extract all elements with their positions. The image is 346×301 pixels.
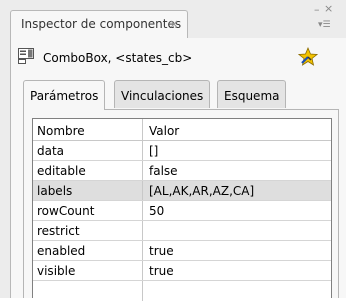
table-row[interactable]: visible true — [33, 261, 331, 281]
panel-tab-component-inspector[interactable]: Inspector de componentes × — [10, 10, 188, 38]
panel-menu-icon[interactable]: ▾☰ — [318, 20, 331, 30]
table-row[interactable]: rowCount 50 — [33, 201, 331, 221]
param-name: editable — [33, 161, 143, 180]
window-close-icon[interactable]: × — [324, 2, 333, 15]
component-inspector-panel: Inspector de componentes × – × ▾☰ ComboB… — [0, 0, 346, 301]
live-preview-icon[interactable] — [298, 47, 318, 67]
panel-tab-bar: Inspector de componentes × – × ▾☰ — [0, 0, 346, 40]
tab-parametros[interactable]: Parámetros — [23, 80, 106, 110]
grid-header-row: Nombre Valor — [33, 119, 331, 141]
table-row[interactable]: editable false — [33, 161, 331, 181]
minimize-icon[interactable]: – — [314, 3, 320, 16]
tab-esquema[interactable]: Esquema — [217, 80, 287, 108]
combobox-icon — [18, 48, 34, 64]
param-name: labels — [33, 181, 143, 200]
param-value[interactable] — [143, 221, 331, 240]
param-name-empty — [33, 281, 143, 301]
column-header-value[interactable]: Valor — [143, 119, 331, 140]
parameters-pane: Nombre Valor data [] editable false labe… — [23, 110, 339, 301]
inspector-content: ComboBox, <states_cb> Parámetros Vincula… — [10, 38, 346, 301]
table-row-selected[interactable]: labels [AL,AK,AR,AZ,CA] — [33, 181, 331, 201]
tab-close-icon[interactable]: × — [169, 17, 179, 31]
param-name: restrict — [33, 221, 143, 240]
param-value[interactable]: true — [143, 241, 331, 260]
tab-vinculaciones[interactable]: Vinculaciones — [114, 80, 211, 108]
param-name: data — [33, 141, 143, 160]
table-row-empty — [33, 281, 331, 301]
component-header: ComboBox, <states_cb> — [11, 38, 346, 78]
param-name: visible — [33, 261, 143, 280]
column-header-name[interactable]: Nombre — [33, 119, 143, 140]
param-value-empty — [143, 281, 331, 301]
param-name: rowCount — [33, 201, 143, 220]
param-value[interactable]: true — [143, 261, 331, 280]
table-row[interactable]: enabled true — [33, 241, 331, 261]
param-value[interactable]: false — [143, 161, 331, 180]
table-row[interactable]: data [] — [33, 141, 331, 161]
window-controls: – × ▾☰ — [312, 2, 336, 36]
param-value[interactable]: [] — [143, 141, 331, 160]
component-title: ComboBox, <states_cb> — [43, 51, 193, 65]
param-value[interactable]: [AL,AK,AR,AZ,CA] — [143, 181, 331, 200]
table-row[interactable]: restrict — [33, 221, 331, 241]
panel-tab-label: Inspector de componentes — [21, 17, 182, 31]
param-name: enabled — [33, 241, 143, 260]
param-value[interactable]: 50 — [143, 201, 331, 220]
parameters-grid: Nombre Valor data [] editable false labe… — [32, 118, 332, 301]
